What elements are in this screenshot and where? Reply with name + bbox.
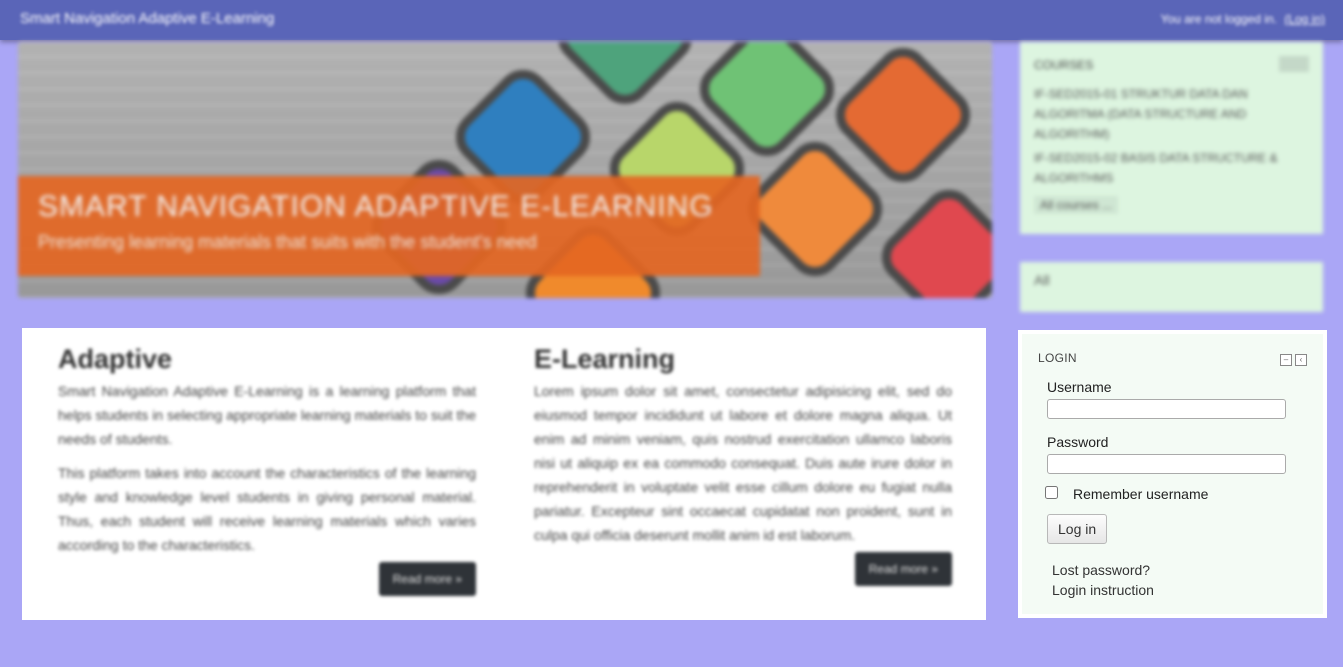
username-label: Username [1047,379,1112,395]
section-elearning: E-Learning Lorem ipsum dolor sit amet, c… [534,344,952,594]
login-block: LOGIN – ‹ Username Password Remember use… [1018,330,1327,618]
login-instruction-link[interactable]: Login instruction [1052,582,1154,598]
username-field[interactable] [1047,399,1286,419]
block-controls-icon[interactable] [1279,56,1309,72]
dock-icon[interactable]: ‹ [1295,354,1307,366]
login-status-text: You are not logged in. [1160,12,1277,26]
section-title: Adaptive [58,344,173,374]
hero-subtitle: Presenting learning materials that suits… [38,232,537,252]
sidebar-block: All [1020,262,1323,312]
top-navbar: Smart Navigation Adaptive E-Learning You… [0,0,1343,40]
section-title: E-Learning [534,344,676,374]
courses-block: COURSES IF-SED2015-01 STRUKTUR DATA DAN … [1020,42,1323,234]
password-field[interactable] [1047,454,1286,474]
read-more-button[interactable]: Read more » [378,562,476,596]
login-block-title: LOGIN [1038,351,1077,365]
remember-username-label: Remember username [1073,486,1209,502]
lost-password-link[interactable]: Lost password? [1052,562,1150,578]
section-adaptive: Adaptive Smart Navigation Adaptive E-Lea… [58,344,476,602]
main-content: Adaptive Smart Navigation Adaptive E-Lea… [22,328,986,620]
section-paragraph: Smart Navigation Adaptive E-Learning is … [58,383,476,447]
read-more-button[interactable]: Read more » [854,552,952,586]
login-status: You are not logged in. (Log in) [1161,12,1325,26]
hero-caption: SMART NAVIGATION ADAPTIVE E-LEARNING Pre… [18,176,760,276]
courses-block-title: COURSES [1034,58,1094,72]
all-courses-link[interactable]: All courses ... [1034,196,1119,214]
section-paragraph: Lorem ipsum dolor sit amet, consectetur … [534,383,952,543]
hero-title: SMART NAVIGATION ADAPTIVE E-LEARNING [38,190,714,223]
site-brand[interactable]: Smart Navigation Adaptive E-Learning [20,10,274,27]
course-link[interactable]: IF-SED2015-02 BASIS DATA STRUCTURE & ALG… [1034,148,1304,188]
course-link[interactable]: IF-SED2015-01 STRUKTUR DATA DAN ALGORITM… [1034,84,1304,144]
sidebar-block-text: All [1034,272,1050,288]
navbar-login-link[interactable]: (Log in) [1284,12,1325,26]
hero-banner: SMART NAVIGATION ADAPTIVE E-LEARNING Pre… [18,42,992,298]
section-paragraph: This platform takes into account the cha… [58,465,476,553]
remember-username-checkbox[interactable] [1045,486,1058,499]
password-label: Password [1047,434,1109,450]
minimize-icon[interactable]: – [1280,354,1292,366]
login-button[interactable]: Log in [1047,514,1108,544]
